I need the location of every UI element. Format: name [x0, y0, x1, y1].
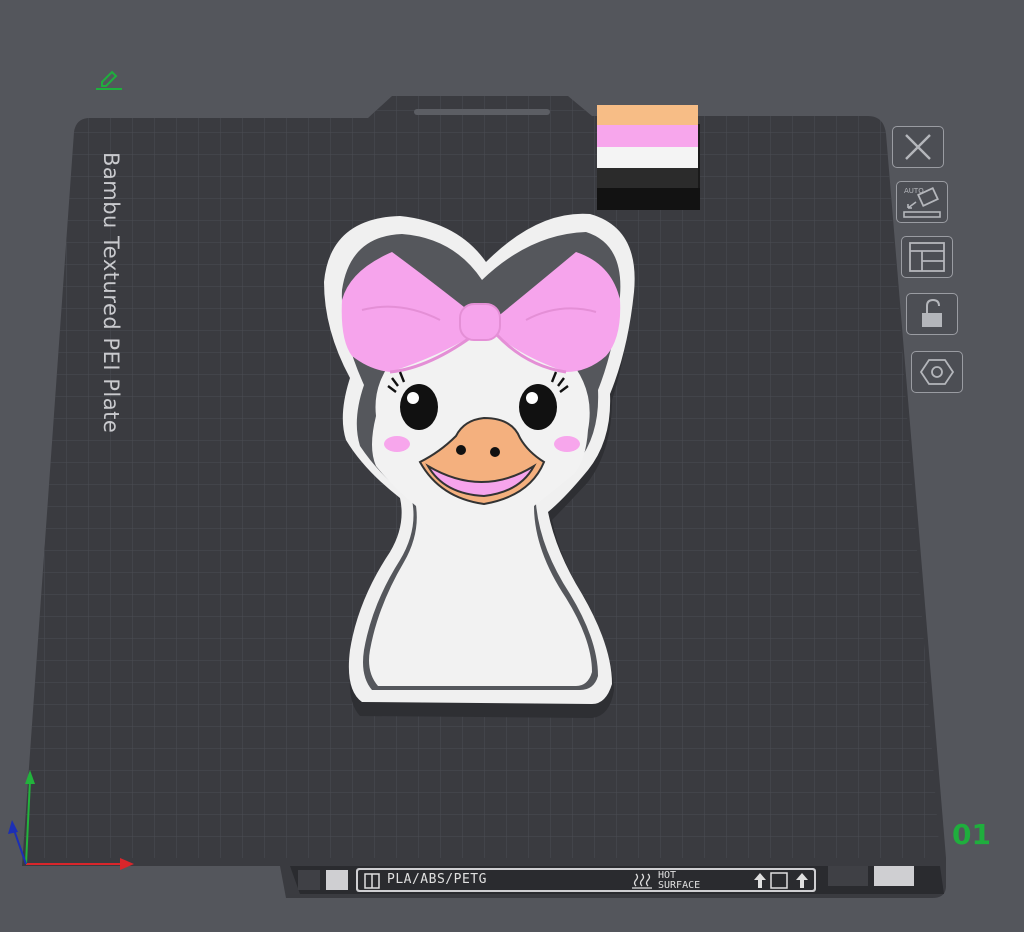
close-plate-button[interactable]	[892, 126, 944, 168]
auto-orient-icon: AUTO	[900, 184, 944, 220]
plate-type-label: Bambu Textured PEI Plate	[99, 152, 123, 434]
auto-orient-button[interactable]: AUTO	[896, 181, 948, 223]
duck-model[interactable]	[324, 213, 635, 718]
close-icon	[901, 132, 935, 162]
viewport-3d[interactable]	[0, 0, 1024, 932]
edit-plate-name-icon[interactable]	[94, 68, 124, 96]
hot-surface-line2: SURFACE	[658, 880, 701, 891]
lock-plate-button[interactable]	[906, 293, 958, 335]
filament-types-label: PLA/ABS/PETG	[387, 872, 487, 887]
plate-handle-slot	[414, 109, 550, 115]
arrange-icon	[907, 240, 947, 274]
purge-tower[interactable]	[597, 105, 700, 210]
plate-settings-button[interactable]	[911, 351, 963, 393]
plate-number: 01	[952, 818, 991, 851]
plate-settings-icon	[918, 355, 956, 389]
hot-surface-label: HOT SURFACE	[658, 871, 728, 891]
arrange-button[interactable]	[901, 236, 953, 278]
lock-icon	[914, 297, 950, 331]
